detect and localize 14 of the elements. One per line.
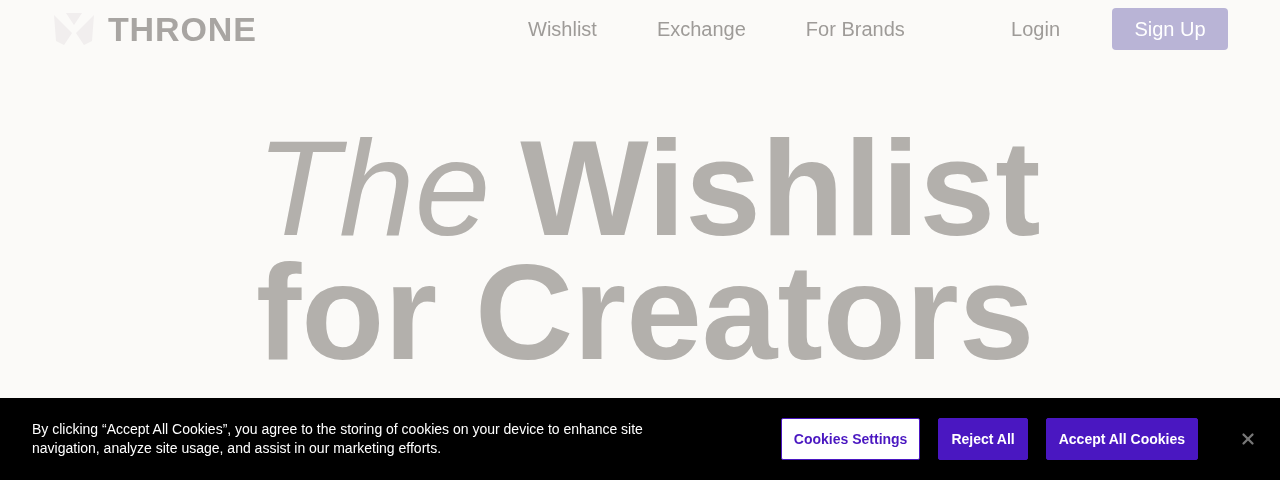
logo-wordmark[interactable]: THRONE [108, 3, 257, 55]
nav-link[interactable]: Wishlist [528, 14, 597, 44]
nav-link[interactable]: Exchange [656, 14, 746, 44]
cookie-button[interactable]: Accept All Cookies [1045, 418, 1198, 460]
cookie-notice: By clicking “Accept All Cookies”, you agree to the storing of cookies on your device to enhance site navigation, analyze site usage, and assist in our marketing efforts. [32, 420, 644, 458]
cookie-button[interactable]: Reject All [938, 418, 1028, 460]
hero-title-line: for Creators [256, 250, 1036, 374]
nav-link[interactable]: For Brands [805, 14, 905, 44]
hero-title: Wishlist [520, 126, 1041, 250]
signup-button[interactable]: Sign Up [1112, 8, 1228, 50]
cookie-button[interactable]: Cookies Settings [780, 418, 921, 460]
close-icon [1239, 430, 1257, 448]
hero-title-lead: The [256, 126, 491, 250]
login-link[interactable]: Login [1011, 14, 1060, 44]
